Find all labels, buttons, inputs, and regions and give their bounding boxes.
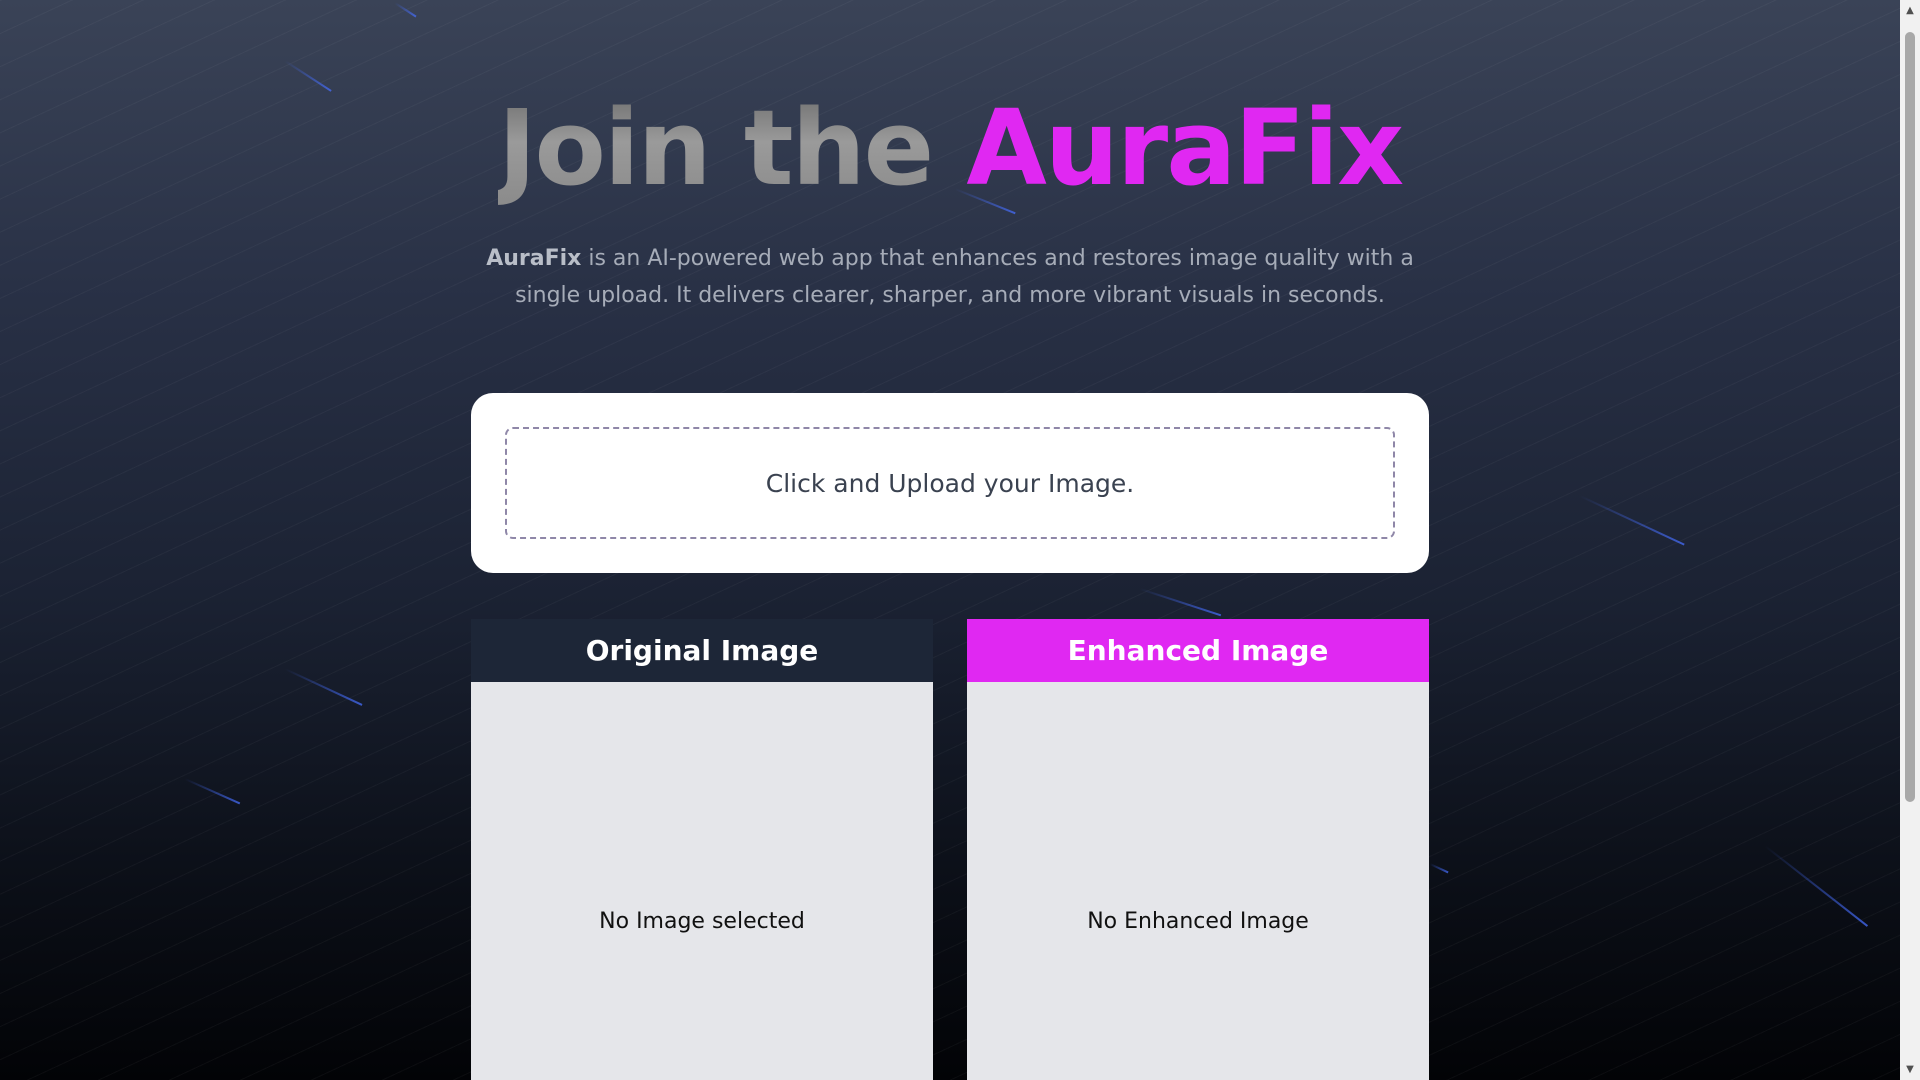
original-image-panel: Original Image No Image selected bbox=[471, 619, 933, 1080]
enhanced-image-header: Enhanced Image bbox=[967, 619, 1429, 682]
scroll-down-icon[interactable]: ▼ bbox=[1900, 1061, 1920, 1078]
page-content: Join the AuraFix AuraFix is an AI-powere… bbox=[0, 0, 1900, 1080]
upload-card: Click and Upload your Image. bbox=[471, 393, 1429, 573]
upload-dropzone[interactable]: Click and Upload your Image. bbox=[505, 427, 1395, 539]
scrollbar-thumb[interactable] bbox=[1905, 32, 1915, 802]
original-image-placeholder: No Image selected bbox=[471, 682, 933, 1080]
intro-brand: AuraFix bbox=[486, 246, 582, 271]
enhanced-image-panel: Enhanced Image No Enhanced Image bbox=[967, 619, 1429, 1080]
title-brand: AuraFix bbox=[966, 87, 1404, 209]
original-empty-text: No Image selected bbox=[599, 908, 805, 934]
enhanced-empty-text: No Enhanced Image bbox=[1087, 908, 1309, 934]
intro-paragraph: AuraFix is an AI-powered web app that en… bbox=[470, 240, 1430, 314]
intro-text: is an AI-powered web app that enhances a… bbox=[515, 246, 1414, 308]
enhanced-image-placeholder: No Enhanced Image bbox=[967, 682, 1429, 1080]
vertical-scrollbar[interactable]: ▲ ▼ bbox=[1900, 0, 1920, 1080]
title-prefix: Join the bbox=[497, 87, 967, 209]
original-image-header: Original Image bbox=[471, 619, 933, 682]
page-title: Join the AuraFix bbox=[0, 88, 1900, 208]
upload-label: Click and Upload your Image. bbox=[765, 468, 1135, 498]
scroll-up-icon[interactable]: ▲ bbox=[1900, 2, 1920, 19]
